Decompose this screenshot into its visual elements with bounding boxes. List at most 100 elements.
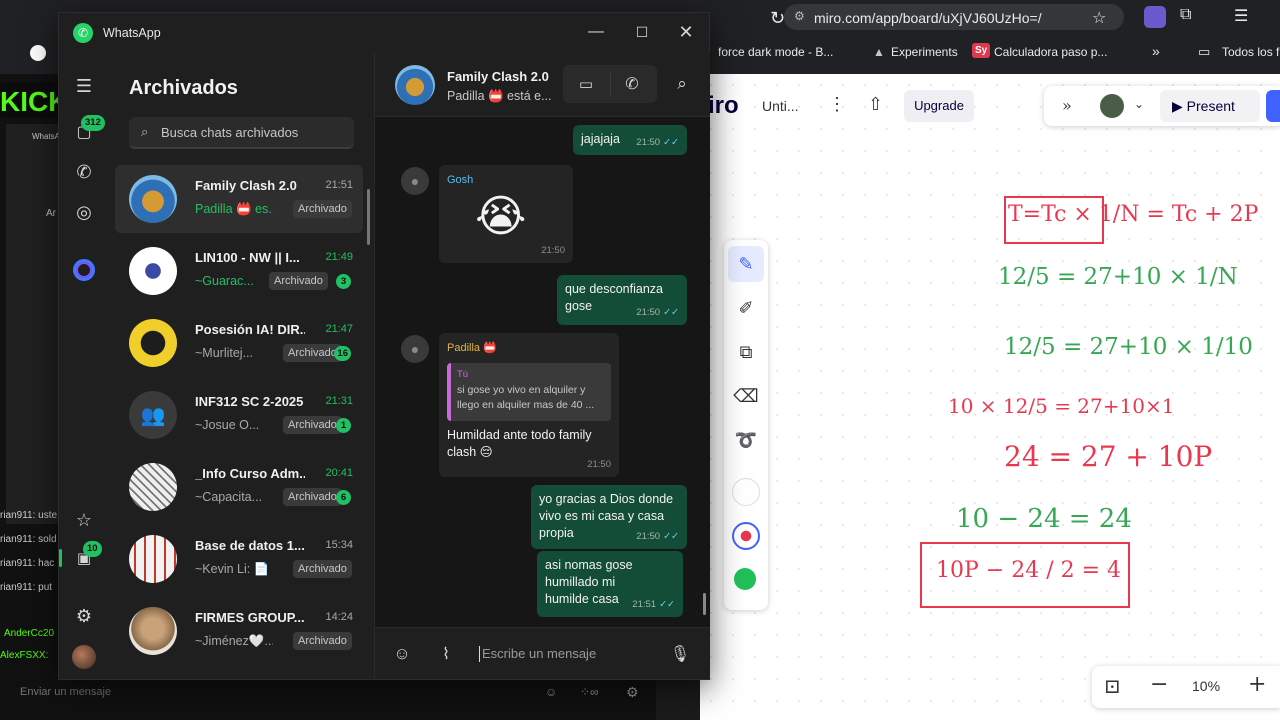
present-button[interactable]: ▶ Present bbox=[1160, 90, 1260, 122]
message-outgoing[interactable]: asi nomas gose humillado mi humilde casa… bbox=[537, 551, 683, 617]
message-outgoing[interactable]: que desconfianza gose 21:50 ✓✓ bbox=[557, 275, 687, 325]
site-info-icon[interactable]: ⚙ bbox=[794, 9, 805, 23]
title-bar[interactable]: ✆ WhatsApp — ☐ ✕ bbox=[59, 13, 709, 53]
more-bookmarks-icon[interactable]: » bbox=[1152, 43, 1160, 59]
microphone-icon[interactable]: 🎙 bbox=[667, 641, 693, 667]
message-outgoing[interactable]: yo gracias a Dios donde vivo es mi casa … bbox=[531, 485, 687, 549]
search-input[interactable]: ⌕ Busca chats archivados bbox=[129, 117, 354, 149]
chat-header[interactable]: Family Clash 2.0 Padilla 📛 está e... ▭ ✆… bbox=[375, 53, 710, 117]
shape-tool-icon[interactable]: ⧉ bbox=[728, 334, 764, 370]
message-input[interactable]: Escribe un mensaje bbox=[479, 640, 659, 668]
highlighter-icon[interactable]: ✐ bbox=[728, 290, 764, 326]
message-incoming[interactable]: Padilla 📛 Tú si gose yo vivo en alquiler… bbox=[439, 333, 619, 477]
chat-subtitle: Padilla 📛 está e... bbox=[447, 89, 552, 103]
url-text: miro.com/app/board/uXjVJ60UzHo=/ bbox=[814, 10, 1042, 26]
search-icon: ⌕ bbox=[141, 124, 149, 139]
message-time: 21:51 ✓✓ bbox=[632, 599, 675, 610]
message-time: 21:50 bbox=[541, 245, 565, 256]
page-title: Archivados bbox=[129, 77, 238, 99]
zoom-level[interactable]: 10% bbox=[1192, 678, 1220, 694]
list-scrollbar[interactable] bbox=[367, 189, 370, 245]
crying-emoji: 😭 bbox=[475, 192, 527, 241]
zoom-in-icon[interactable]: + bbox=[1248, 672, 1266, 697]
chat-row[interactable]: Family Clash 2.0 21:51 Padilla 📛 es... A… bbox=[115, 165, 363, 233]
zoom-out-icon[interactable]: − bbox=[1150, 672, 1168, 697]
eraser-icon[interactable]: ⌫ bbox=[728, 378, 764, 414]
conversation-pane: Family Clash 2.0 Padilla 📛 está e... ▭ ✆… bbox=[374, 53, 710, 679]
video-call-icon[interactable]: ▭ bbox=[573, 71, 599, 97]
board-name[interactable]: Unti... bbox=[762, 98, 799, 114]
quoted-message[interactable]: Tú si gose yo vivo en alquiler y llego e… bbox=[447, 363, 611, 421]
message-outgoing[interactable]: jajajaja 21:50 ✓✓ bbox=[573, 125, 687, 155]
red-color-swatch[interactable] bbox=[732, 522, 760, 550]
bookmark-3[interactable]: Calculadora paso p... bbox=[994, 45, 1107, 59]
menu-icon[interactable]: ☰ bbox=[71, 73, 97, 99]
status-icon[interactable]: ◎ bbox=[71, 199, 97, 225]
chat-preview: ~Jiménez🤍... bbox=[195, 634, 273, 648]
green-color-swatch[interactable] bbox=[734, 568, 756, 590]
minimize-icon[interactable]: — bbox=[583, 19, 609, 45]
miro-logo: iro bbox=[708, 92, 739, 119]
group-avatar bbox=[129, 463, 177, 511]
google-icon bbox=[30, 45, 46, 61]
puzzle-icon[interactable]: ⧉ bbox=[1180, 6, 1191, 24]
bookmark-star-icon[interactable]: ☆ bbox=[1092, 8, 1106, 28]
handwriting-1: T=Tc × 1/N = Tc + 2P bbox=[1008, 202, 1259, 227]
search-placeholder: Busca chats archivados bbox=[161, 125, 299, 140]
sender-avatar-icon[interactable]: ● bbox=[401, 167, 429, 195]
chat-row[interactable]: _Info Curso Adm... 20:41 ~Capacita... Ar… bbox=[115, 453, 363, 521]
bookmark-2[interactable]: Experiments bbox=[891, 45, 958, 59]
bookmark-1[interactable]: force dark mode - B... bbox=[718, 45, 833, 59]
message-time: 21:50 ✓✓ bbox=[636, 137, 679, 148]
upgrade-button[interactable]: Upgrade bbox=[904, 90, 974, 122]
message-placeholder: Escribe un mensaje bbox=[482, 646, 597, 661]
calls-icon[interactable]: ✆ bbox=[71, 159, 97, 185]
symbolab-icon: Sy bbox=[972, 43, 991, 58]
chevron-down-icon[interactable]: ⌄ bbox=[1134, 97, 1144, 111]
chat-row[interactable]: 👥 INF312 SC 2-2025 21:31 ~Josue O... Arc… bbox=[115, 381, 363, 449]
extension-icon[interactable] bbox=[1144, 6, 1166, 28]
bookmark-folder[interactable]: Todos los f bbox=[1222, 45, 1279, 59]
address-bar[interactable]: ⚙ miro.com/app/board/uXjVJ60UzHo=/ ☆ bbox=[784, 4, 1124, 30]
pen-tool-icon[interactable]: ✎ bbox=[728, 246, 764, 282]
voice-call-icon[interactable]: ✆ bbox=[619, 71, 645, 97]
chat-row[interactable]: LIN100 - NW || I... 21:49 ~Guarac... Arc… bbox=[115, 237, 363, 305]
lasso-icon[interactable]: ➰ bbox=[728, 422, 764, 458]
search-messages-icon[interactable]: ⌕ bbox=[669, 71, 695, 97]
attach-icon[interactable]: ⌇ bbox=[433, 641, 459, 667]
more-icon[interactable]: ⋮ bbox=[828, 94, 846, 115]
settings-icon: ⚙ bbox=[626, 684, 639, 700]
chat-time: 21:47 bbox=[325, 323, 353, 335]
avatar[interactable] bbox=[1100, 94, 1124, 118]
chat-title: Family Clash 2.0 bbox=[447, 69, 549, 84]
stroke-size-icon[interactable] bbox=[732, 478, 760, 506]
reload-icon[interactable]: ↻ bbox=[770, 8, 785, 29]
maximize-icon[interactable]: ☐ bbox=[629, 19, 655, 45]
message-incoming[interactable]: Gosh 😭 21:50 bbox=[439, 165, 573, 263]
tab-menu-icon[interactable]: ☰ bbox=[1234, 6, 1248, 26]
starred-icon[interactable]: ☆ bbox=[71, 507, 97, 533]
chat-row[interactable]: Base de datos 1... 15:34 ~Kevin Li: 📄 ..… bbox=[115, 525, 363, 593]
emoji-icon[interactable]: ☺ bbox=[389, 641, 415, 667]
chat-preview: ~Josue O... bbox=[195, 418, 260, 432]
profile-avatar[interactable] bbox=[72, 645, 96, 669]
share-button[interactable] bbox=[1266, 90, 1280, 122]
double-chevron-icon[interactable]: » bbox=[1062, 96, 1072, 115]
sender-avatar-icon[interactable]: ● bbox=[401, 335, 429, 363]
close-icon[interactable]: ✕ bbox=[673, 19, 699, 45]
chat-row[interactable]: Posesión IA! DIR... 21:47 ~Murlitej... A… bbox=[115, 309, 363, 377]
stream-background: KICK WhatsA Ar rian911: uste rian911: so… bbox=[0, 74, 68, 720]
chat-avatar[interactable] bbox=[395, 65, 435, 105]
settings-icon[interactable]: ⚙ bbox=[71, 603, 97, 629]
share-upload-icon[interactable]: ⇧ bbox=[868, 94, 883, 115]
fit-screen-icon[interactable]: ⊡ bbox=[1104, 674, 1121, 698]
group-avatar bbox=[129, 319, 177, 367]
message-time: 21:50 ✓✓ bbox=[636, 307, 679, 318]
message-area[interactable]: jajajaja 21:50 ✓✓ ● Gosh 😭 21:50 que desc… bbox=[375, 117, 710, 627]
miro-board[interactable]: iro Unti... ⋮ ⇧ Upgrade » ⌄ ▶ Present ✎ … bbox=[700, 74, 1280, 720]
message-scrollbar[interactable] bbox=[703, 593, 706, 615]
chat-row[interactable]: FIRMES GROUP... 14:24 ~Jiménez🤍... Archi… bbox=[115, 597, 363, 665]
meta-ai-icon[interactable] bbox=[73, 259, 95, 281]
text-cursor bbox=[479, 646, 480, 662]
handwriting-7: 10P − 24 / 2 = 4 bbox=[936, 558, 1122, 583]
